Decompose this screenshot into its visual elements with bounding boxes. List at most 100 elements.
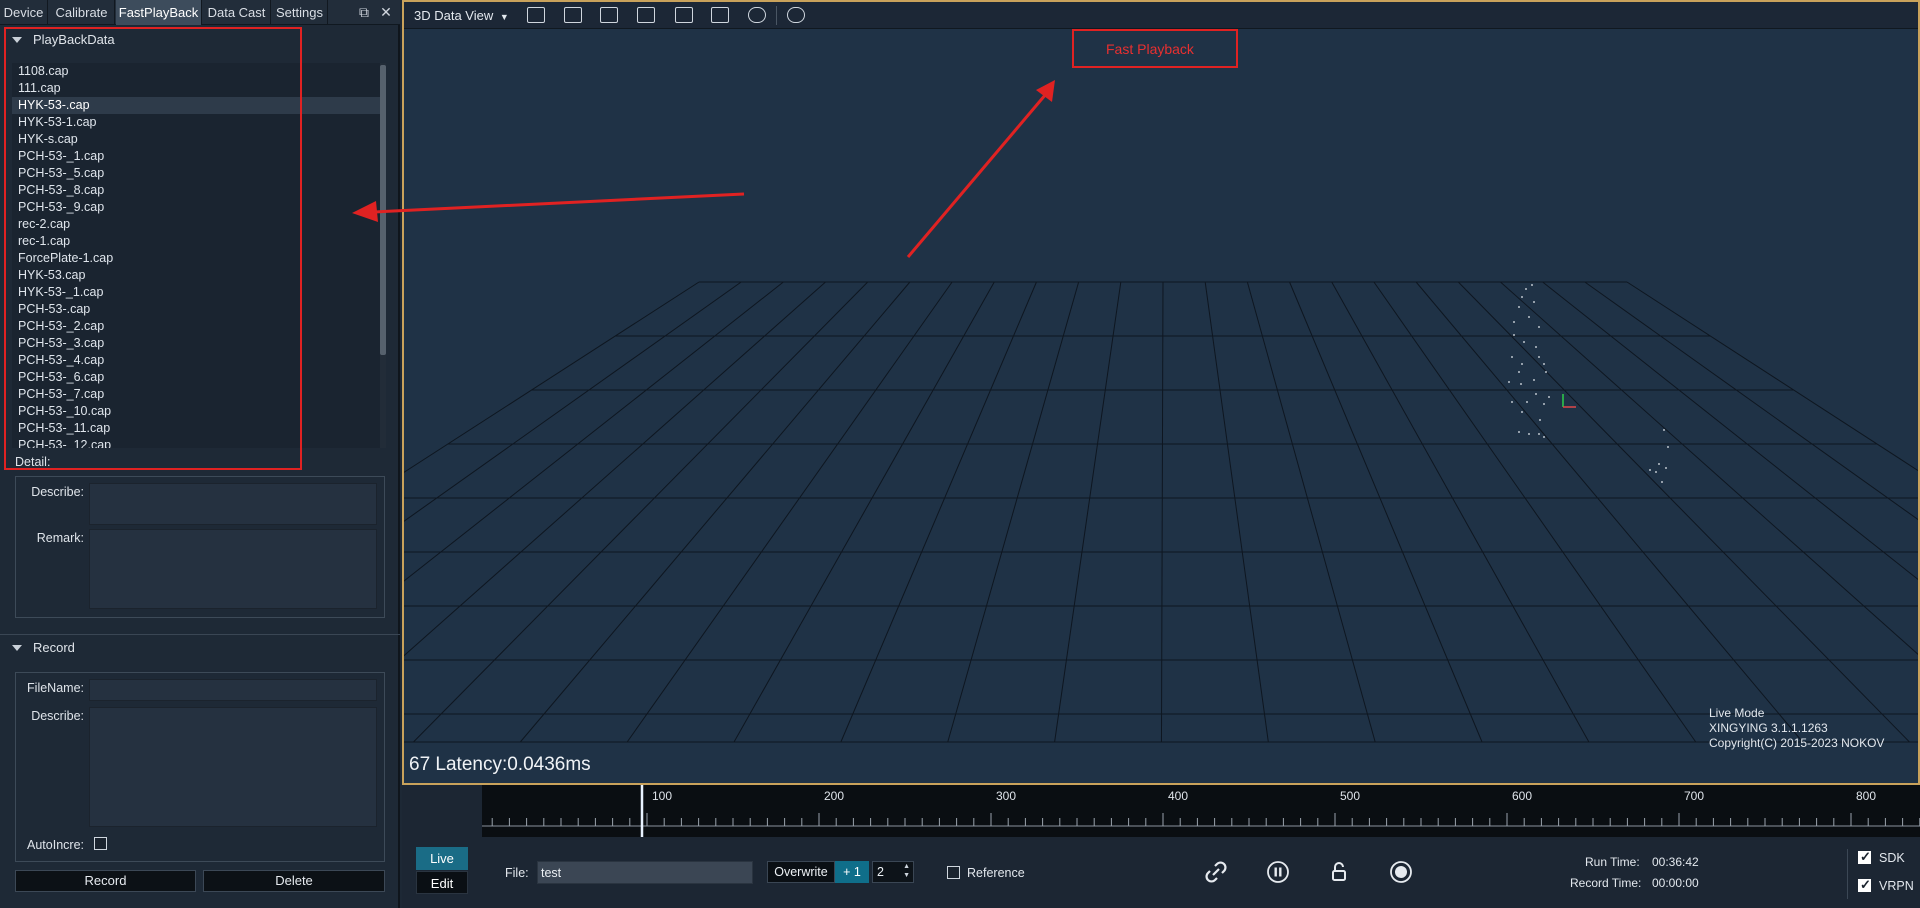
marker-point	[1513, 334, 1515, 336]
3d-viewport[interactable]: 3D Data View ▼ Fast Playback 67 Latency:…	[402, 0, 1920, 785]
grid-line	[1415, 281, 1804, 743]
timeline-ruler: 100 200 300 400 500 600 700 800	[482, 785, 1920, 837]
timeline-tick-label: 300	[996, 789, 1016, 803]
marker-point	[1511, 356, 1513, 358]
edit-mode-button[interactable]: Edit	[416, 871, 468, 894]
marker-point	[1548, 396, 1550, 398]
increment-button[interactable]: + 1	[835, 861, 869, 883]
grid-line	[404, 281, 742, 522]
marker-point	[1508, 381, 1510, 383]
marker-point	[1518, 371, 1520, 373]
timeline-tick-label: 800	[1856, 789, 1876, 803]
left-panel: Device Calibrate FastPlayBack Data Cast …	[0, 0, 400, 908]
spin-up-icon[interactable]: ▲	[903, 863, 910, 870]
live-mode-button[interactable]: Live	[416, 847, 468, 870]
grid-line	[1626, 281, 1918, 472]
tab-fastplayback[interactable]: FastPlayBack	[116, 0, 202, 25]
float-window-icon[interactable]: ⧉	[356, 4, 372, 20]
run-time-label: Run Time:	[1585, 855, 1640, 869]
detail-remark-field[interactable]	[89, 529, 377, 609]
link-icon[interactable]	[1204, 860, 1228, 884]
mode-label: Live Mode	[1709, 706, 1765, 720]
filename-label: FileName:	[27, 681, 84, 695]
detail-describe-label: Describe:	[31, 485, 84, 499]
marker-point	[1525, 288, 1527, 290]
record-view-icon[interactable]	[787, 7, 805, 23]
marker-point	[1667, 446, 1669, 448]
chevron-down-icon: ▼	[499, 12, 509, 22]
toolbar-separator	[776, 6, 777, 25]
grid-line	[1373, 281, 1697, 743]
delete-button[interactable]: Delete	[203, 870, 385, 892]
record-icon[interactable]	[1389, 860, 1413, 884]
grid-line	[1204, 281, 1269, 743]
timeline[interactable]: 100 200 300 400 500 600 700 800	[482, 785, 1920, 837]
detail-describe-field[interactable]	[89, 483, 377, 525]
sdk-checkbox[interactable]	[1858, 849, 1871, 865]
close-icon[interactable]: ✕	[378, 4, 394, 20]
record-button[interactable]: Record	[15, 870, 196, 892]
view-side-icon[interactable]	[637, 7, 655, 23]
timeline-spacer	[402, 785, 482, 837]
grid-line	[1584, 281, 1918, 521]
marker-point	[1513, 321, 1515, 323]
file-list-scroll-thumb[interactable]	[380, 65, 386, 355]
run-time-value: 00:36:42	[1652, 855, 1699, 869]
grid-line	[1054, 281, 1122, 743]
tab-calibrate[interactable]: Calibrate	[49, 0, 115, 25]
annotation-label: Fast Playback	[1106, 41, 1194, 57]
marker-point	[1655, 471, 1657, 473]
marker-point	[1526, 401, 1528, 403]
timeline-tick-label: 500	[1340, 789, 1360, 803]
overwrite-button[interactable]: Overwrite	[767, 861, 835, 883]
marker-point	[1535, 346, 1537, 348]
detail-label: Detail:	[15, 455, 51, 469]
tab-bar: Device Calibrate FastPlayBack Data Cast …	[0, 0, 400, 25]
marker-point	[1545, 371, 1547, 373]
grid-line	[1246, 281, 1376, 743]
marker-point	[1661, 481, 1663, 483]
file-label: File:	[505, 866, 529, 880]
unlock-icon[interactable]	[1327, 860, 1351, 884]
view-front-icon[interactable]	[600, 7, 618, 23]
marker-point	[1518, 306, 1520, 308]
tab-device[interactable]: Device	[0, 0, 48, 25]
marker-point	[1520, 383, 1522, 385]
grid-line	[947, 281, 1080, 743]
marker-point	[1528, 433, 1530, 435]
reference-checkbox[interactable]	[947, 866, 960, 879]
record-time-label: Record Time:	[1570, 876, 1642, 890]
timeline-tick-label: 200	[824, 789, 844, 803]
marker-point	[1518, 431, 1520, 433]
grid-line	[519, 281, 911, 743]
collapse-triangle-icon[interactable]	[12, 645, 22, 651]
count-spinbox[interactable]: 2 ▲ ▼	[872, 861, 914, 883]
marker-point	[1533, 379, 1535, 381]
view-back-icon[interactable]	[675, 7, 693, 23]
record-section-header[interactable]: Record	[0, 637, 400, 659]
grid-line	[1542, 281, 1918, 581]
marker-point	[1539, 419, 1541, 421]
file-input[interactable]	[537, 861, 753, 884]
tab-settings[interactable]: Settings	[272, 0, 328, 25]
detail-remark-label: Remark:	[36, 531, 84, 545]
grid-line	[840, 281, 1037, 743]
divider	[0, 634, 400, 635]
marker-point	[1528, 316, 1530, 318]
copyright-label: Copyright(C) 2015-2023 NOKOV	[1709, 736, 1885, 750]
vrpn-checkbox[interactable]	[1858, 877, 1871, 893]
autoincre-checkbox[interactable]	[94, 837, 107, 850]
grid-line	[1289, 281, 1483, 743]
view-perspective-icon[interactable]	[527, 7, 545, 23]
view-select[interactable]: 3D Data View ▼	[414, 8, 509, 23]
spin-down-icon[interactable]: ▼	[903, 872, 910, 879]
view-top-icon[interactable]	[564, 7, 582, 23]
latency-readout: 67 Latency:0.0436ms	[409, 754, 591, 775]
pause-icon[interactable]	[1266, 860, 1290, 884]
filename-field[interactable]	[89, 679, 377, 701]
timeline-tick-label: 600	[1512, 789, 1532, 803]
record-describe-field[interactable]	[89, 707, 377, 827]
refresh-icon[interactable]	[748, 7, 766, 23]
view-iso-icon[interactable]	[711, 7, 729, 23]
tab-data-cast[interactable]: Data Cast	[203, 0, 271, 25]
